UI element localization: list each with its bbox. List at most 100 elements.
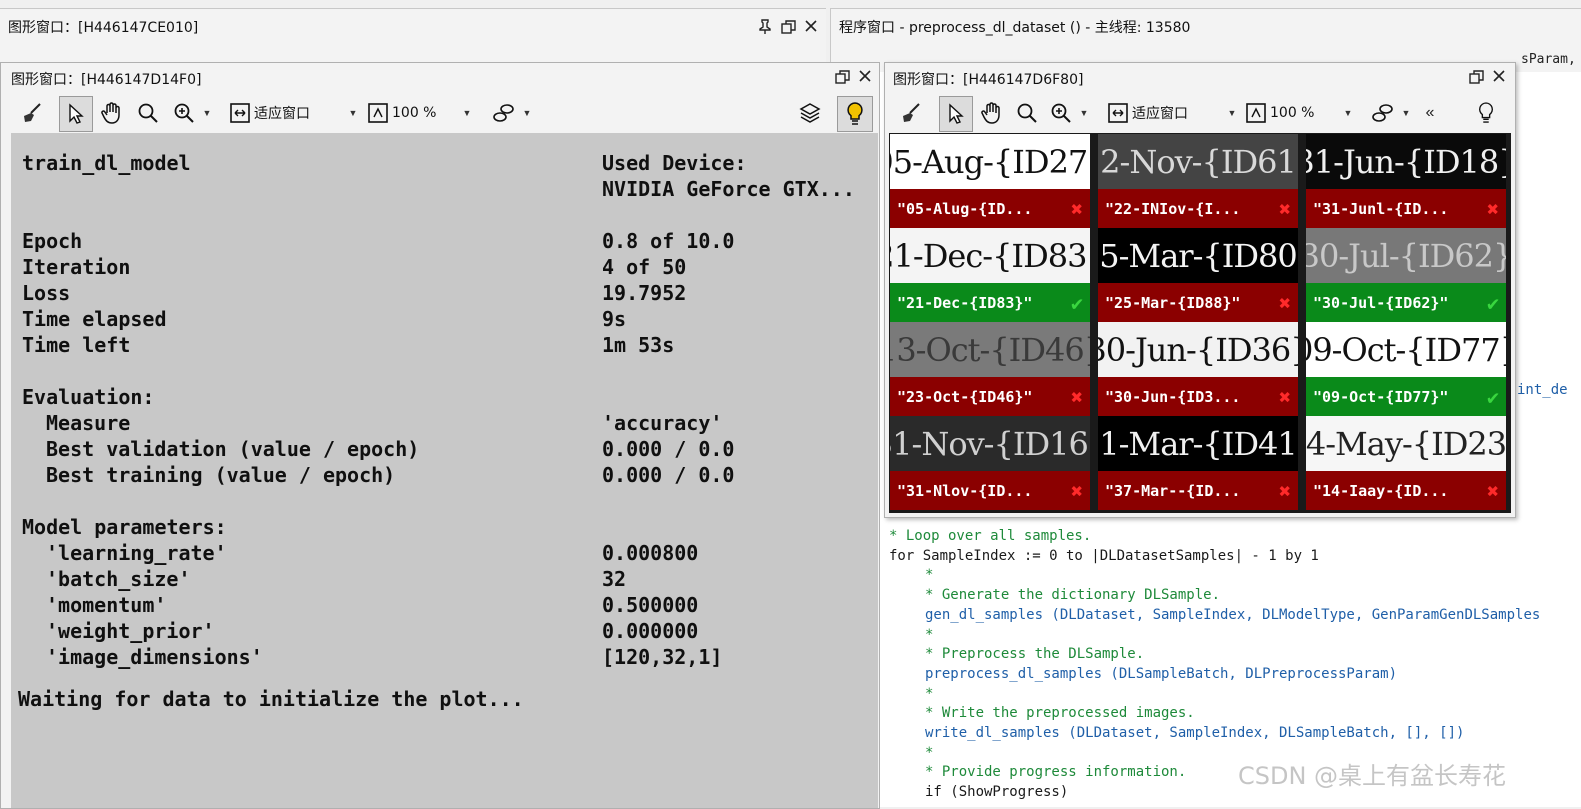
float-icon[interactable]: [835, 69, 851, 89]
fit-dropdown-icon[interactable]: ▼: [345, 93, 361, 133]
program-window-titlebar: 程序窗口 - preprocess_dl_dataset () - 主线程: 1…: [831, 8, 1581, 45]
param-label: 'momentum': [46, 593, 167, 617]
zoom-in-icon[interactable]: [1047, 93, 1075, 133]
float-icon[interactable]: [1469, 69, 1485, 89]
handwriting-image: 31-Jun-{ID18}: [1306, 134, 1506, 189]
training-window-title: 图形窗口：[H446147D14F0]: [11, 72, 202, 88]
zoom-level-button[interactable]: 100 %: [1245, 93, 1337, 133]
handwriting-image: 21-Dec-{ID83}: [890, 228, 1090, 283]
zoom-level-button[interactable]: 100 %: [367, 93, 459, 133]
evaluation-label: Measure: [46, 411, 131, 435]
param-label: 'weight_prior': [46, 619, 215, 643]
samples-window-toolbar: ▼ 适应窗口 ▼ 100 % ▼ ▼ «: [885, 93, 1515, 133]
code-line[interactable]: if (ShowProgress): [925, 782, 1068, 802]
zoom-dropdown-icon[interactable]: ▼: [1077, 93, 1091, 133]
prediction-text: "14-Iaay-{ID...: [1313, 481, 1449, 500]
code-line[interactable]: *: [925, 684, 933, 704]
code-line[interactable]: * Write the preprocessed images.: [925, 703, 1195, 723]
handwriting-image: 12-Nov-{ID61}: [1098, 134, 1298, 189]
training-heading: train_dl_model: [22, 151, 191, 175]
fit-window-icon: [1108, 103, 1128, 123]
clear-icon[interactable]: [17, 93, 47, 133]
handwriting-image: 13-Oct-{ID46}: [890, 322, 1090, 377]
layers-icon[interactable]: [795, 93, 825, 133]
param-label: 'batch_size': [46, 567, 191, 591]
zoom-level-dropdown-icon[interactable]: ▼: [1341, 93, 1355, 133]
select-pointer-icon[interactable]: [59, 96, 93, 132]
sample-tile: 31-Jun-{ID18} "31-Junl-{ID... ✖: [1306, 134, 1506, 228]
code-line[interactable]: gen_dl_samples (DLDataset, SampleIndex, …: [925, 605, 1540, 625]
select-pointer-icon[interactable]: [939, 96, 973, 132]
draw-mode-icon[interactable]: [1367, 93, 1399, 133]
prediction-text: "22-INIov-{I...: [1105, 199, 1241, 218]
prediction-text: "30-Jun-{ID3...: [1105, 387, 1241, 406]
fit-dropdown-icon[interactable]: ▼: [1225, 93, 1239, 133]
cross-icon: ✖: [1278, 384, 1292, 409]
param-value: 0.000800: [602, 541, 699, 565]
prediction-caption: "30-Jun-{ID3... ✖: [1098, 377, 1298, 416]
evaluation-value: 0.000 / 0.0: [602, 463, 735, 487]
code-line[interactable]: for SampleIndex := 0 to |DLDatasetSample…: [889, 546, 1319, 566]
float-icon[interactable]: [781, 19, 797, 39]
prediction-text: "30-Jul-{ID62}": [1313, 293, 1449, 312]
magnifier-icon[interactable]: [1013, 93, 1041, 133]
zoom-level-dropdown-icon[interactable]: ▼: [459, 93, 475, 133]
magnifier-icon[interactable]: [133, 93, 163, 133]
cross-icon: ✖: [1278, 478, 1292, 503]
code-line[interactable]: *: [925, 743, 933, 763]
draw-mode-dropdown-icon[interactable]: ▼: [519, 93, 535, 133]
cross-icon: ✖: [1278, 196, 1292, 221]
back-graphics-window: 图形窗口：[H446147CE010]: [0, 8, 826, 69]
prediction-text: "23-Oct-{ID46}": [897, 387, 1033, 406]
prediction-text: "31-Junl-{ID...: [1313, 199, 1449, 218]
samples-window-title: 图形窗口：[H446147D6F80]: [893, 72, 1084, 88]
fit-window-icon: [230, 103, 250, 123]
stat-label: Time elapsed: [22, 307, 167, 331]
params-heading: Model parameters:: [22, 515, 227, 539]
code-line[interactable]: * Provide progress information.: [925, 762, 1186, 782]
zoom-frame-icon: [1246, 103, 1266, 123]
program-side-partial-text: int_de: [1517, 382, 1568, 398]
prediction-caption: "31-Junl-{ID... ✖: [1306, 189, 1506, 228]
stat-label: Epoch: [22, 229, 83, 253]
code-line[interactable]: * Preprocess the DLSample.: [925, 644, 1144, 664]
code-line[interactable]: preprocess_dl_samples (DLSampleBatch, DL…: [925, 664, 1397, 684]
sample-tile: 25-Mar-{ID80} "25-Mar-{ID88}" ✖: [1098, 228, 1298, 322]
prediction-caption: "37-Mar--{ID... ✖: [1098, 471, 1298, 510]
close-icon[interactable]: [804, 19, 818, 37]
lightbulb-icon[interactable]: [1471, 93, 1501, 133]
handwriting-image: 30-Jul-{ID62}: [1306, 228, 1506, 283]
zoom-in-icon[interactable]: [169, 93, 199, 133]
fit-window-button[interactable]: 适应窗口: [229, 93, 347, 133]
stat-label: Loss: [22, 281, 71, 305]
param-value: 0.000000: [602, 619, 699, 643]
pan-hand-icon[interactable]: [97, 93, 127, 133]
pin-icon[interactable]: [758, 19, 772, 39]
clear-icon[interactable]: [897, 93, 925, 133]
draw-mode-icon[interactable]: [487, 93, 521, 133]
lightbulb-icon[interactable]: [837, 96, 873, 132]
training-window-toolbar: ▼ 适应窗口 ▼ 100 % ▼ ▼: [1, 93, 879, 133]
close-icon[interactable]: [1492, 69, 1506, 87]
program-toolbar-partial-text: sParam,: [1521, 52, 1576, 67]
sample-tile: 14-May-{ID23} "14-Iaay-{ID... ✖: [1306, 416, 1506, 510]
pan-hand-icon[interactable]: [977, 93, 1007, 133]
collapse-chevron-icon[interactable]: «: [1419, 93, 1441, 133]
cross-icon: ✖: [1486, 196, 1500, 221]
sample-tile: 21-Dec-{ID83} "21-Dec-{ID83}" ✔: [890, 228, 1090, 322]
sample-tile: 13-Oct-{ID46} "23-Oct-{ID46}" ✖: [890, 322, 1090, 416]
draw-mode-dropdown-icon[interactable]: ▼: [1399, 93, 1413, 133]
close-icon[interactable]: [858, 69, 872, 87]
handwriting-image: 05-Aug-{ID27}: [890, 134, 1090, 189]
evaluation-value: 'accuracy': [602, 411, 723, 435]
code-line[interactable]: * Loop over all samples.: [889, 526, 1091, 546]
code-line[interactable]: * Generate the dictionary DLSample.: [925, 585, 1220, 605]
check-icon: ✔: [1070, 290, 1084, 315]
fit-window-button[interactable]: 适应窗口: [1107, 93, 1225, 133]
code-line[interactable]: write_dl_samples (DLDataset, SampleIndex…: [925, 723, 1464, 743]
code-line[interactable]: *: [925, 625, 933, 645]
back-window-title: 图形窗口：[H446147CE010]: [8, 20, 199, 36]
zoom-dropdown-icon[interactable]: ▼: [199, 93, 215, 133]
code-line[interactable]: *: [925, 565, 933, 585]
check-icon: ✔: [1486, 290, 1500, 315]
